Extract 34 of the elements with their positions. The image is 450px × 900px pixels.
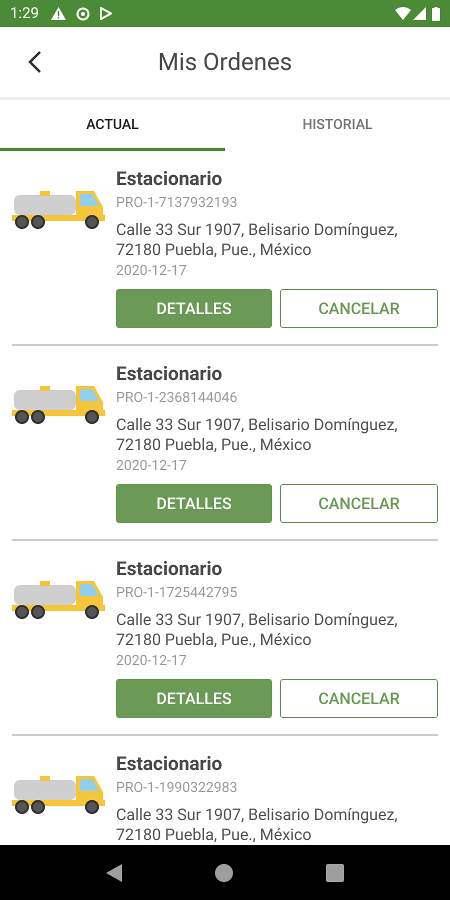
recents-nav-icon[interactable]	[326, 864, 344, 882]
tab[interactable]: ACTUAL	[0, 100, 225, 151]
signal-icon	[413, 7, 426, 20]
details-button[interactable]: DETALLES	[116, 484, 272, 523]
order-address: Calle 33 Sur 1907, Belisario Domínguez, 72180 Puebla, Pue., México	[116, 610, 399, 650]
cancel-button[interactable]: CANCELAR	[280, 484, 438, 523]
cancel-button[interactable]: CANCELAR	[280, 679, 438, 718]
order-address: Calle 33 Sur 1907, Belisario Domínguez, 72180 Puebla, Pue., México	[116, 220, 399, 260]
order-address: Calle 33 Sur 1907, Belisario Domínguez, 72180 Puebla, Pue., México	[116, 805, 399, 845]
order-title: Estacionario	[116, 168, 224, 190]
warning-icon	[50, 7, 66, 20]
battery-icon	[432, 6, 440, 20]
tab[interactable]: HISTORIAL	[225, 100, 450, 151]
details-button[interactable]: DETALLES	[116, 679, 272, 718]
cancel-button[interactable]: CANCELAR	[280, 289, 438, 328]
back-nav-icon[interactable]	[106, 864, 122, 882]
order-date: 2020-12-17	[116, 457, 188, 475]
order-title: Estacionario	[116, 558, 224, 580]
order-code: PRO-1-1990322983	[116, 779, 238, 797]
order-date: 2020-12-17	[116, 262, 188, 280]
order-title: Estacionario	[116, 753, 224, 775]
order-address: Calle 33 Sur 1907, Belisario Domínguez, 72180 Puebla, Pue., México	[116, 415, 399, 455]
home-nav-icon[interactable]	[214, 864, 233, 882]
back-icon[interactable]	[27, 50, 43, 74]
details-button[interactable]: DETALLES	[116, 289, 272, 328]
order-title: Estacionario	[116, 363, 224, 385]
wifi-icon	[395, 7, 411, 20]
order-date: 2020-12-17	[116, 652, 188, 670]
play-icon	[100, 7, 112, 20]
order-code: PRO-1-7137932193	[116, 194, 238, 212]
order-code: PRO-1-2368144046	[116, 389, 238, 407]
page-title: Mis Ordenes	[158, 47, 292, 78]
order-code: PRO-1-1725442795	[116, 584, 238, 602]
status-time: 1:29	[10, 3, 39, 24]
